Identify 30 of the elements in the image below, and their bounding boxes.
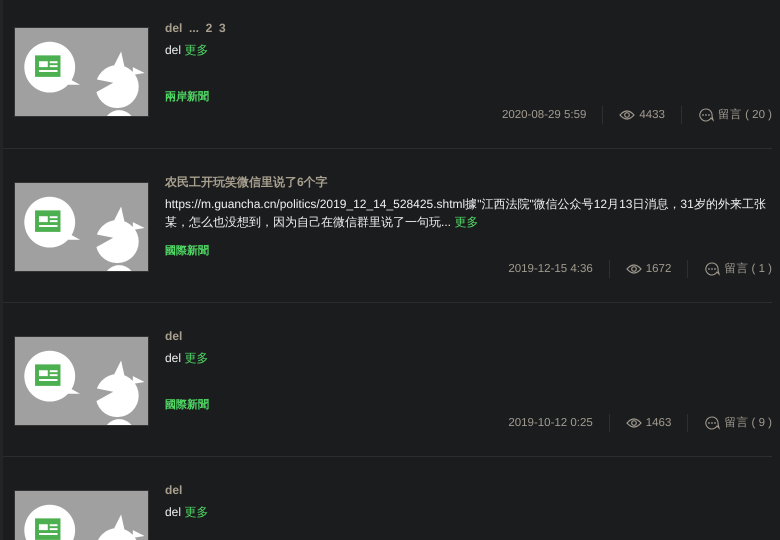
more-link[interactable]: 更多 <box>184 351 208 365</box>
category-link[interactable]: 國際新聞 <box>165 396 772 414</box>
post-title[interactable]: del <box>165 482 772 498</box>
comments-link[interactable]: 留言 ( 1 ) <box>724 260 772 278</box>
post-date: 2019-10-12 0:25 <box>508 416 593 431</box>
post-title[interactable]: del ... 2 3 <box>165 20 772 36</box>
comments-link[interactable]: 留言 ( 9 ) <box>724 414 772 432</box>
post-date: 2020-08-29 5:59 <box>502 108 586 123</box>
eye-icon <box>619 110 636 120</box>
comment-icon <box>704 416 720 430</box>
eye-icon <box>626 264 642 274</box>
eye-icon <box>626 418 642 428</box>
comments-link[interactable]: 留言 ( 20 ) <box>718 106 772 124</box>
post-excerpt: https://m.guancha.cn/politics/2019_12_14_528425.shtml據"江西法院"微信公众号12月13日消息，31岁的外来工张某，怎么也没想到，因为自己在微信群里说了一句玩... 更多 <box>165 196 767 231</box>
category-link[interactable]: 國際新聞 <box>165 242 772 260</box>
post-date: 2019-12-15 4:36 <box>508 262 593 277</box>
view-count: 1463 <box>646 416 672 431</box>
category-link[interactable]: 兩岸新聞 <box>165 88 772 106</box>
more-link[interactable]: 更多 <box>184 505 208 519</box>
comment-icon <box>698 108 714 122</box>
post-excerpt: del 更多 <box>165 504 210 521</box>
comment-icon <box>704 262 720 276</box>
view-count: 4433 <box>639 108 665 123</box>
more-link[interactable]: 更多 <box>454 215 478 229</box>
post-title[interactable]: 农民工开玩笑微信里说了6个字 <box>165 174 772 190</box>
post-title[interactable]: del <box>165 328 772 344</box>
more-link[interactable]: 更多 <box>184 43 208 57</box>
post-excerpt: del 更多 <box>165 42 210 59</box>
view-count: 1672 <box>646 262 672 277</box>
post-excerpt: del 更多 <box>165 350 210 367</box>
